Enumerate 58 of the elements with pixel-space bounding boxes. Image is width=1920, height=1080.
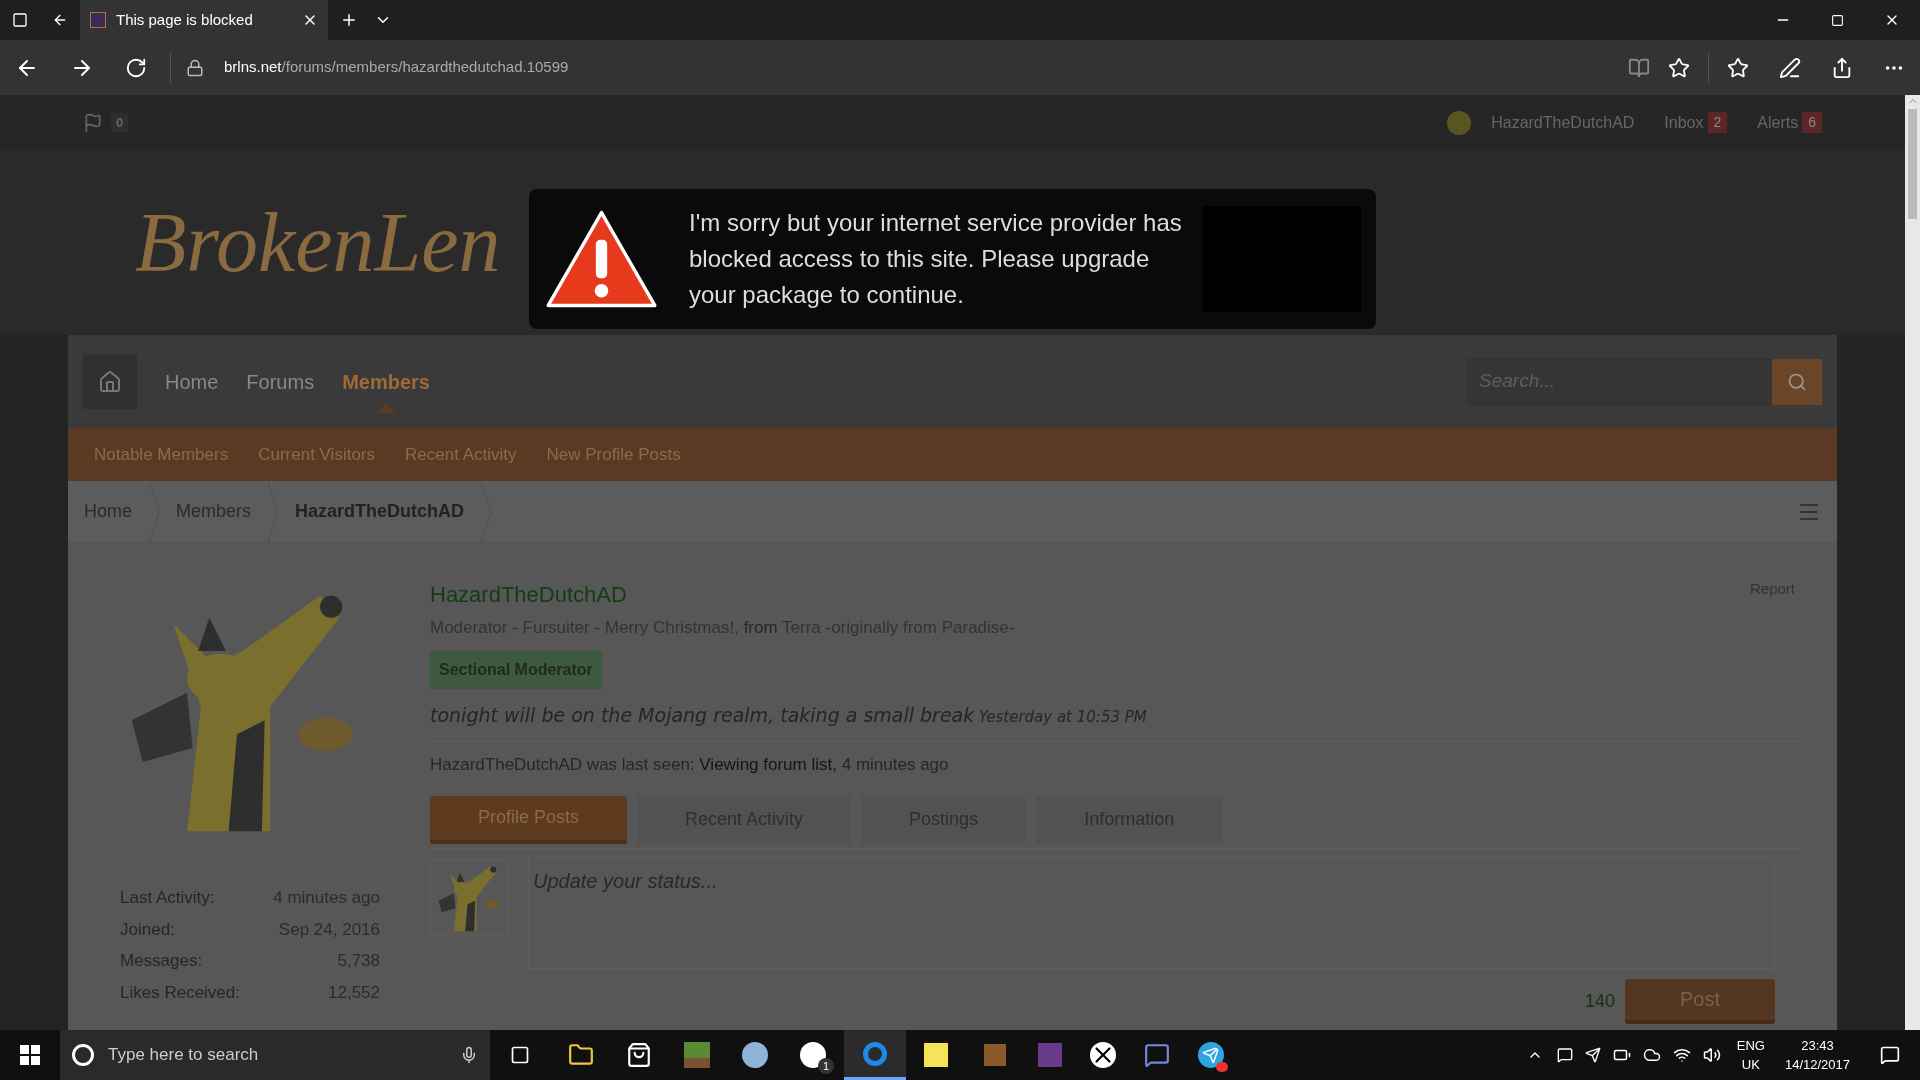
address-field[interactable]: brlns.net/forums/members/hazardthedutchad.10599 (224, 56, 569, 79)
maximize-icon[interactable] (1831, 13, 1844, 27)
member-name[interactable]: HazardTheDutchAD (430, 578, 627, 611)
home-icon (98, 369, 122, 394)
microphone-icon[interactable] (460, 1046, 478, 1064)
cloud-icon[interactable] (1642, 1046, 1661, 1064)
pen-icon[interactable] (1779, 56, 1801, 79)
refresh-icon[interactable] (125, 56, 147, 79)
scrollbar[interactable] (1905, 95, 1920, 1030)
favicon-icon (90, 12, 106, 28)
search-icon (1787, 371, 1807, 392)
clock[interactable]: 23:43 14/12/2017 (1784, 1036, 1850, 1074)
nav-tab[interactable]: Home (165, 370, 219, 393)
alerts-link[interactable]: Alerts 6 (1757, 110, 1822, 135)
home-button[interactable] (83, 354, 137, 409)
alerts-count: 6 (1802, 112, 1822, 133)
set-aside-icon[interactable] (52, 12, 68, 28)
chat-icon[interactable] (1144, 1042, 1170, 1068)
username-link[interactable]: HazardTheDutchAD (1491, 110, 1635, 135)
windows-icon[interactable] (20, 1045, 40, 1065)
character-count: 140 (1584, 989, 1615, 1013)
inbox-link[interactable]: Inbox 2 (1664, 110, 1728, 135)
nav-tab[interactable]: Members (342, 370, 430, 393)
cortana-icon (72, 1044, 94, 1066)
volume-icon[interactable] (1702, 1046, 1721, 1064)
skype-badge: 1 (818, 1058, 834, 1074)
site-logo[interactable]: BrokenLen (135, 200, 501, 285)
inbox-count: 2 (1707, 112, 1728, 133)
taskbar-search-field[interactable]: Type here to search (60, 1030, 490, 1080)
warning-icon (544, 208, 659, 310)
scroll-thumb[interactable] (1908, 109, 1917, 219)
tabs-icon[interactable] (12, 12, 28, 28)
notification-badge (1216, 1062, 1228, 1072)
favorite-icon[interactable] (1668, 56, 1690, 79)
telegram-icon[interactable] (1198, 1042, 1224, 1068)
breadcrumb-link[interactable]: HazardTheDutchAD (295, 498, 465, 525)
share-icon[interactable] (1831, 56, 1853, 79)
wifi-icon[interactable] (1672, 1046, 1691, 1064)
reading-view-icon[interactable] (1628, 56, 1650, 79)
browser-tab[interactable]: This page is blocked (80, 0, 328, 40)
task-view-icon[interactable] (510, 1045, 530, 1065)
lock-icon (186, 58, 204, 77)
flag-count: 0 (111, 112, 129, 133)
folder-icon[interactable] (568, 1042, 594, 1068)
nav-tab[interactable]: Forums (246, 370, 315, 393)
telegram-tray-icon[interactable] (1584, 1047, 1601, 1063)
favorites-list-icon[interactable] (1727, 56, 1749, 79)
store-icon[interactable] (626, 1042, 652, 1068)
user-avatar-icon (1447, 110, 1472, 135)
active-tab-pointer (376, 402, 397, 413)
action-center-icon[interactable] (1880, 1045, 1900, 1065)
edge-taskbar-button[interactable] (844, 1030, 906, 1080)
chat-tray-icon[interactable] (1556, 1047, 1573, 1063)
new-tab-icon[interactable] (340, 11, 358, 29)
language-indicator[interactable]: ENG UK (1736, 1036, 1765, 1074)
blocked-message: I'm sorry but your internet service provider has blocked access to this site. Please upgrade your package to continue. (689, 208, 1183, 310)
flag-icon[interactable] (83, 112, 103, 133)
search-button[interactable] (1772, 358, 1822, 405)
